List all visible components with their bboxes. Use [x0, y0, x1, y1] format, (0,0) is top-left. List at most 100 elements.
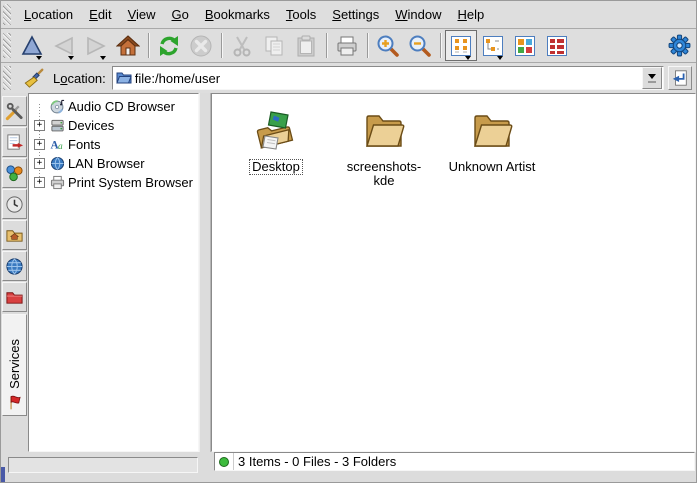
sidebar-tab-applications[interactable] — [2, 158, 27, 188]
status-led — [219, 457, 229, 467]
sidebar-tab-bookmarks[interactable] — [2, 127, 27, 157]
multicolumn-view-button[interactable] — [509, 30, 541, 61]
sidebar-tab-root-folder[interactable] — [2, 282, 27, 312]
menu-tools[interactable]: Tools — [278, 4, 324, 25]
back-arrow-icon — [52, 34, 76, 58]
tree-view-icon — [481, 34, 505, 58]
location-toolbar: Location: file:/home/user — [1, 63, 696, 94]
dropdown-indicator — [497, 56, 503, 60]
lan-globe-icon — [48, 156, 66, 171]
expand-plus-icon[interactable]: + — [33, 177, 46, 188]
clear-location-button[interactable] — [20, 65, 47, 91]
toolbar-separator — [221, 33, 222, 58]
menu-window[interactable]: Window — [387, 4, 449, 25]
toolbar-separator — [367, 33, 368, 58]
kde-logo-button[interactable] — [664, 31, 694, 60]
tree-item-fonts[interactable]: +AaFonts — [29, 135, 198, 154]
paste-icon — [294, 34, 318, 58]
tree-item-devices[interactable]: +Devices — [29, 116, 198, 135]
globe-tab-icon — [5, 257, 24, 276]
menu-bar-items: LocationEditViewGoBookmarksToolsSettings… — [16, 4, 492, 25]
stop-button[interactable] — [185, 30, 217, 61]
tree-item-lan-browser[interactable]: +LAN Browser — [29, 154, 198, 173]
zoom-in-icon — [376, 34, 400, 58]
multicolumn-view-icon — [513, 34, 537, 58]
location-input[interactable]: file:/home/user — [135, 71, 642, 86]
expand-plus-icon[interactable]: + — [33, 139, 46, 150]
zoom-out-button[interactable] — [404, 30, 436, 61]
zoom-in-button[interactable] — [372, 30, 404, 61]
menu-settings[interactable]: Settings — [324, 4, 387, 25]
menubar-handle[interactable] — [3, 4, 11, 25]
tree-item-audio-cd-browser[interactable]: Audio CD Browser — [29, 97, 198, 116]
menu-go[interactable]: Go — [164, 4, 197, 25]
services-tab-label: Services — [7, 339, 22, 389]
doc-arrow-tab-icon — [5, 133, 24, 152]
dropdown-arrow-bar — [648, 81, 656, 83]
menu-help[interactable]: Help — [450, 4, 493, 25]
go-enter-icon — [671, 69, 689, 87]
home-button[interactable] — [112, 30, 144, 61]
folder-icon-view[interactable]: Desktop screenshots-kdeUnknown Artist — [211, 93, 696, 452]
file-item-screenshots-kde[interactable]: screenshots-kde — [334, 106, 434, 188]
desktop-folder-icon — [252, 106, 300, 157]
audio-cd-icon — [48, 99, 66, 114]
sidebar-tab-network[interactable] — [2, 251, 27, 281]
expand-plus-icon[interactable]: + — [33, 120, 46, 131]
cut-icon — [230, 34, 254, 58]
icon-view-button[interactable] — [445, 30, 477, 61]
tree-item-label: Audio CD Browser — [68, 99, 175, 114]
panel-splitter[interactable] — [199, 93, 211, 452]
menu-location[interactable]: Location — [16, 4, 81, 25]
toolbar-separator — [148, 33, 149, 58]
print-button[interactable] — [331, 30, 363, 61]
detailed-list-view-button[interactable] — [541, 30, 573, 61]
toolbar-buttons — [16, 30, 573, 61]
menu-bookmarks[interactable]: Bookmarks — [197, 4, 278, 25]
dropdown-indicator — [36, 56, 42, 60]
sidebar-tab-home-directory[interactable] — [2, 220, 27, 250]
tree-view-button[interactable] — [477, 30, 509, 61]
back-button[interactable] — [48, 30, 80, 61]
tools-tab-icon — [5, 102, 24, 121]
location-combobox[interactable]: file:/home/user — [112, 66, 664, 90]
folder-icon — [468, 106, 516, 157]
services-tree-panel: Audio CD Browser +Devices+AaFonts+LAN Bro… — [28, 93, 199, 452]
file-item-label: Desktop — [250, 160, 302, 174]
zoom-out-icon — [408, 34, 432, 58]
tree-item-label: Print System Browser — [68, 175, 193, 190]
kde-gear-icon — [667, 33, 692, 58]
broom-icon — [23, 67, 45, 89]
folder-icon — [360, 106, 408, 157]
menu-view[interactable]: View — [120, 4, 164, 25]
sidebar-status-area — [8, 457, 198, 473]
up-button[interactable] — [16, 30, 48, 61]
devices-icon — [48, 118, 66, 133]
balls-tab-icon — [5, 164, 24, 183]
dropdown-indicator — [68, 56, 74, 60]
red-folder-tab-icon — [5, 288, 24, 307]
fonts-icon: Aa — [48, 137, 66, 152]
toolbar-handle[interactable] — [3, 33, 11, 59]
sidebar-tab-configure[interactable] — [2, 96, 27, 126]
sidebar-tab-services[interactable]: Services — [2, 314, 27, 416]
file-item-desktop[interactable]: Desktop — [226, 106, 326, 174]
paste-button[interactable] — [290, 30, 322, 61]
sidebar-tab-buttons — [1, 95, 28, 313]
icon-view-icon — [449, 34, 473, 58]
menu-edit[interactable]: Edit — [81, 4, 119, 25]
location-toolbar-handle[interactable] — [3, 66, 11, 89]
sidebar-tab-strip: Services — [1, 93, 28, 452]
expand-plus-icon[interactable]: + — [33, 158, 46, 169]
sidebar-tab-history[interactable] — [2, 189, 27, 219]
copy-icon — [262, 34, 286, 58]
cut-button[interactable] — [226, 30, 258, 61]
file-item-unknown-artist[interactable]: Unknown Artist — [442, 106, 542, 174]
location-dropdown-button[interactable] — [642, 67, 662, 89]
dropdown-indicator — [100, 56, 106, 60]
forward-button[interactable] — [80, 30, 112, 61]
go-button[interactable] — [668, 66, 692, 90]
reload-button[interactable] — [153, 30, 185, 61]
tree-item-print-system-browser[interactable]: + Print System Browser — [29, 173, 198, 192]
copy-button[interactable] — [258, 30, 290, 61]
